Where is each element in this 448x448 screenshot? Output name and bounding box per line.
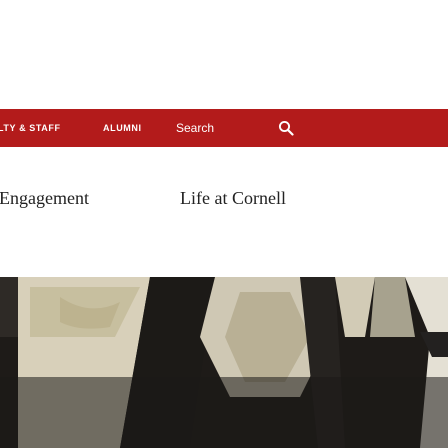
- nav-link-alumni[interactable]: ALUMNI: [103, 122, 142, 134]
- hero-photo-shapes: [0, 277, 448, 448]
- search-button[interactable]: Search: [176, 120, 214, 136]
- hero-image: [0, 277, 448, 448]
- top-navigation-bar: LTY & STAFF ALUMNI Search: [0, 109, 448, 147]
- menu-item-life-at-cornell[interactable]: Life at Cornell: [180, 187, 286, 209]
- search-icon[interactable]: [278, 120, 294, 136]
- menu-item-engagement[interactable]: Engagement: [0, 187, 89, 209]
- nav-link-faculty-staff[interactable]: LTY & STAFF: [0, 122, 61, 134]
- page: LTY & STAFF ALUMNI Search Engagement Lif…: [0, 0, 448, 448]
- main-menu: Engagement Life at Cornell: [0, 187, 448, 217]
